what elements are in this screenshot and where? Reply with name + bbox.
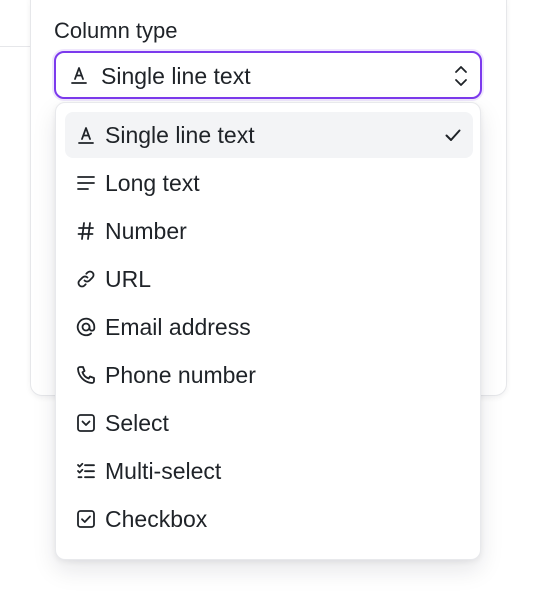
menu-item-label: Multi-select [105,458,222,484]
checkbox-icon [75,508,97,530]
at-sign-icon [75,316,97,338]
checkmark-icon [443,125,463,145]
menu-item-select[interactable]: Select [65,400,473,446]
menu-item-label: Select [105,410,169,436]
menu-item-label: Phone number [105,362,256,388]
menu-item-number[interactable]: Number [65,208,473,254]
select-current-value: Single line text [101,63,251,89]
checklist-icon [75,460,97,482]
menu-item-label: Single line text [105,122,255,148]
chevron-up-down-icon [453,63,469,89]
text-a-underline-icon [75,124,97,146]
menu-item-email-address[interactable]: Email address [65,304,473,350]
phone-icon [75,364,97,386]
menu-item-label: Email address [105,314,251,340]
select-box-icon [75,412,97,434]
lines-icon [75,172,97,194]
link-icon [75,268,97,290]
menu-item-single-line-text[interactable]: Single line text [65,112,473,158]
menu-item-long-text[interactable]: Long text [65,160,473,206]
menu-item-checkbox[interactable]: Checkbox [65,496,473,542]
column-type-menu: Single line text Long text Number URL Em… [55,102,481,560]
background-divider [0,46,30,47]
menu-item-url[interactable]: URL [65,256,473,302]
menu-item-multi-select[interactable]: Multi-select [65,448,473,494]
menu-item-label: Long text [105,170,200,196]
menu-item-phone-number[interactable]: Phone number [65,352,473,398]
column-type-select[interactable]: Single line text [54,51,482,99]
menu-item-label: Checkbox [105,506,208,532]
hash-icon [75,220,97,242]
stage: Column type Single line text Single line… [0,0,535,602]
menu-item-label: Number [105,218,187,244]
text-a-underline-icon [68,64,90,86]
menu-item-label: URL [105,266,152,292]
column-type-label: Column type [54,18,178,43]
